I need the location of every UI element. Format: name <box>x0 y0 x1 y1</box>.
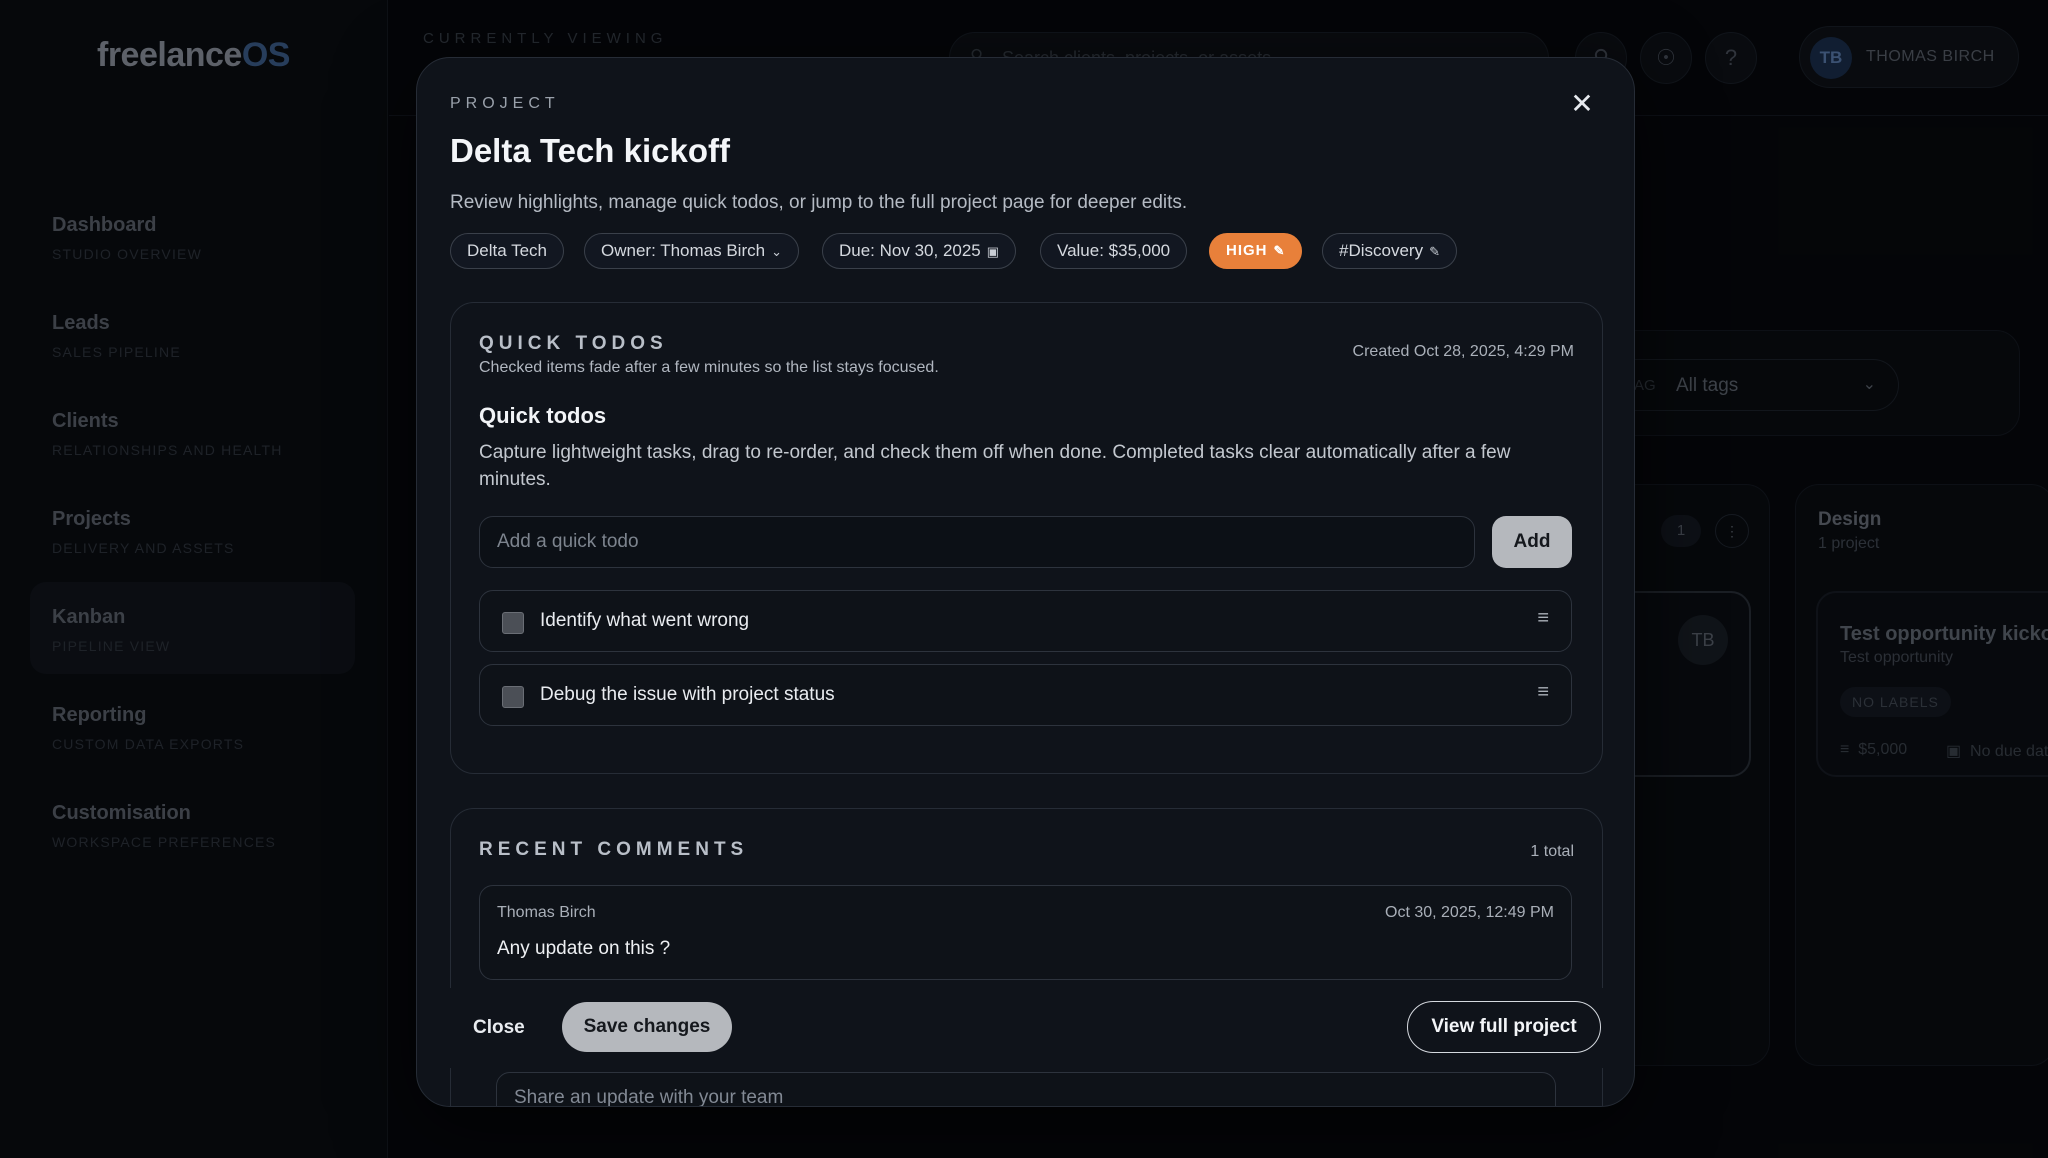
quick-todo-input[interactable] <box>479 516 1475 568</box>
section-heading: Quick todos <box>479 403 607 428</box>
pencil-icon: ✎ <box>1429 244 1440 259</box>
drag-handle-icon[interactable]: ≡ <box>1537 681 1549 704</box>
comment-item: Thomas Birch Oct 30, 2025, 12:49 PM Any … <box>479 885 1572 980</box>
owner-chip[interactable]: Owner: Thomas Birch ⌄ <box>584 233 799 269</box>
close-icon[interactable]: ✕ <box>1564 86 1600 122</box>
quick-todos-panel: QUICK TODOS Checked items fade after a f… <box>450 302 1603 774</box>
project-modal: PROJECT ✕ Delta Tech kickoff Review high… <box>416 57 1635 1107</box>
section-eyebrow: QUICK TODOS <box>479 333 668 354</box>
chevron-down-icon: ⌄ <box>771 244 782 259</box>
client-chip[interactable]: Delta Tech <box>450 233 565 269</box>
comment-time: Oct 30, 2025, 12:49 PM <box>1385 904 1554 921</box>
due-date-chip[interactable]: Due: Nov 30, 2025 ▣ <box>822 233 1017 269</box>
priority-chip[interactable]: HIGH ✎ <box>1209 233 1303 269</box>
drag-handle-icon[interactable]: ≡ <box>1537 607 1549 630</box>
quick-todo-field[interactable] <box>480 517 1474 567</box>
todo-item[interactable]: Identify what went wrong ≡ <box>479 590 1572 652</box>
close-button[interactable]: Close <box>473 1017 525 1039</box>
comment-input[interactable]: Share an update with your team <box>496 1072 1556 1107</box>
comment-placeholder: Share an update with your team <box>514 1087 784 1107</box>
todo-checkbox[interactable] <box>502 686 524 708</box>
calendar-icon: ▣ <box>986 244 1000 259</box>
tag-chip[interactable]: #Discovery ✎ <box>1322 233 1457 269</box>
add-todo-button[interactable]: Add <box>1492 516 1572 568</box>
todo-item[interactable]: Debug the issue with project status ≡ <box>479 664 1572 726</box>
section-eyebrow: RECENT COMMENTS <box>479 839 749 860</box>
save-changes-button[interactable]: Save changes <box>562 1002 732 1052</box>
created-timestamp: Created Oct 28, 2025, 4:29 PM <box>1352 343 1574 360</box>
todo-text: Debug the issue with project status <box>540 684 835 705</box>
modal-title: Delta Tech kickoff <box>450 132 730 169</box>
modal-eyebrow: PROJECT <box>450 95 560 112</box>
modal-description: Review highlights, manage quick todos, o… <box>450 192 1188 213</box>
comments-total: 1 total <box>1530 843 1574 860</box>
comment-author: Thomas Birch <box>497 904 596 921</box>
modal-footer: Close Save changes View full project <box>417 988 1634 1068</box>
todo-checkbox[interactable] <box>502 612 524 634</box>
view-full-project-button[interactable]: View full project <box>1407 1001 1601 1053</box>
section-text: Capture lightweight tasks, drag to re-or… <box>479 442 1511 490</box>
value-chip[interactable]: Value: $35,000 <box>1040 233 1188 269</box>
comment-body: Any update on this ? <box>497 938 671 959</box>
todo-text: Identify what went wrong <box>540 610 750 631</box>
pencil-icon: ✎ <box>1273 243 1286 258</box>
section-note: Checked items fade after a few minutes s… <box>479 359 939 376</box>
